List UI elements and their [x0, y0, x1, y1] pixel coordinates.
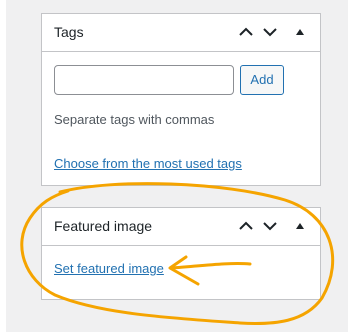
- chevron-up-icon: [239, 221, 253, 230]
- featured-image-panel-header[interactable]: Featured image: [42, 208, 320, 246]
- add-tag-button[interactable]: Add: [240, 65, 284, 95]
- chevron-up-icon: [239, 27, 253, 36]
- tags-input[interactable]: [54, 65, 234, 95]
- move-down-button[interactable]: [260, 216, 280, 236]
- toggle-panel-button[interactable]: [290, 22, 310, 42]
- tags-panel: Tags Add Separate tags with commas Choos…: [41, 13, 321, 186]
- set-featured-image-link[interactable]: Set featured image: [54, 261, 164, 276]
- move-up-button[interactable]: [236, 216, 256, 236]
- triangle-up-icon: [296, 223, 304, 229]
- tags-hint: Separate tags with commas: [54, 112, 215, 127]
- chevron-down-icon: [263, 222, 277, 231]
- tags-panel-title: Tags: [54, 24, 84, 40]
- featured-image-panel: Featured image Set featured image: [41, 207, 321, 300]
- move-down-button[interactable]: [260, 22, 280, 42]
- triangle-up-icon: [296, 29, 304, 35]
- move-up-button[interactable]: [236, 22, 256, 42]
- toggle-panel-button[interactable]: [290, 216, 310, 236]
- chevron-down-icon: [263, 28, 277, 37]
- editor-edge: [0, 0, 6, 332]
- tags-panel-header[interactable]: Tags: [42, 14, 320, 52]
- choose-most-used-tags-link[interactable]: Choose from the most used tags: [54, 156, 242, 171]
- featured-image-panel-title: Featured image: [54, 218, 153, 234]
